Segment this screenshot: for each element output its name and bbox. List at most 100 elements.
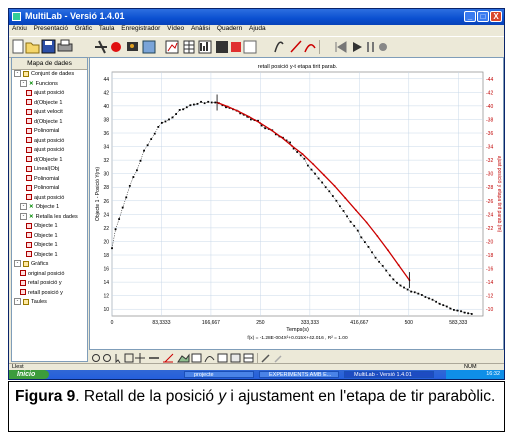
tree-item[interactable]: Objecte 1 (12, 222, 87, 232)
tree-item[interactable]: retal posició y (12, 279, 87, 289)
clock: 16:32 (486, 371, 500, 377)
save-icon[interactable] (41, 39, 56, 54)
y-tick-label: 14 (103, 280, 109, 286)
dataset-icon (26, 184, 32, 191)
play-icon[interactable] (353, 42, 362, 52)
expand-toggle-icon[interactable]: - (20, 79, 27, 87)
menu-video[interactable]: Vídeo (167, 25, 184, 32)
clear-icon[interactable] (274, 355, 282, 363)
statistics-icon[interactable] (191, 353, 202, 363)
expand-toggle-icon[interactable]: - (20, 203, 27, 211)
pause-icon[interactable] (367, 42, 374, 52)
crosshair-icon[interactable] (135, 353, 145, 363)
menu-ajuda[interactable]: Ajuda (249, 25, 266, 32)
tree-item-label: Polinomial (34, 128, 60, 134)
y2-tick-label: -26 (486, 199, 493, 205)
start-button[interactable]: Inicio (9, 370, 49, 379)
tree-item[interactable]: - Taules (12, 298, 87, 308)
tree-item[interactable]: Objecte 1 (12, 251, 87, 261)
graph-icon[interactable] (165, 40, 179, 54)
tree-item[interactable]: Polinomial (12, 184, 87, 194)
stop-icon[interactable] (379, 43, 387, 51)
tree-item[interactable]: Polinomial (12, 175, 87, 185)
maximize-button[interactable]: □ (477, 11, 489, 22)
menu-grafic[interactable]: Gràfic (75, 25, 92, 32)
marker-icon[interactable] (124, 353, 134, 363)
tree-item[interactable]: original posició (12, 270, 87, 280)
task-projecte[interactable]: projecte (184, 371, 254, 378)
connect-icon[interactable] (95, 40, 107, 54)
tree-item[interactable]: Lineal(Obj (12, 165, 87, 175)
menu-arxiu[interactable]: Arxiu (12, 25, 27, 32)
table-icon[interactable] (243, 353, 254, 363)
hand-icon[interactable] (216, 41, 228, 53)
tree-item[interactable]: - ✕ Funcions (12, 79, 87, 90)
new-file-icon[interactable] (12, 39, 24, 54)
dataset-icon (26, 108, 32, 115)
derivative-icon[interactable] (217, 353, 228, 363)
expand-toggle-icon[interactable]: - (14, 260, 21, 268)
tree-item[interactable]: Objecte 1 (12, 232, 87, 242)
dataset-icon (20, 289, 26, 296)
tree-item[interactable]: d(Objecte 1 (12, 99, 87, 109)
task-experiments[interactable]: EXPERIMENTS AMB E... (259, 371, 339, 378)
data-point (146, 144, 149, 147)
curve-icon[interactable] (274, 41, 284, 53)
tree-item[interactable]: Polinomial (12, 127, 87, 137)
edit-icon[interactable] (261, 354, 270, 363)
task-multilab[interactable]: MultiLab - Versió 1.4.01 (344, 371, 434, 378)
data-point (349, 220, 352, 223)
tree-item[interactable]: - Conjunt de dades (12, 70, 87, 80)
tree-item[interactable]: ajust posició (12, 89, 87, 99)
smooth-icon[interactable] (204, 356, 215, 363)
menu-presentacio[interactable]: Presentació (34, 25, 68, 32)
zoom-out-icon[interactable] (103, 354, 111, 362)
fit-point (290, 144, 293, 147)
tree-item[interactable]: - ✕ Objecte 1 (12, 203, 87, 213)
video-icon[interactable] (127, 42, 138, 51)
export-icon[interactable] (230, 353, 241, 363)
tree-item[interactable]: ajust posició (12, 194, 87, 204)
tree-item[interactable]: retall posició y (12, 289, 87, 299)
tree-item[interactable]: ajust posició (12, 146, 87, 156)
cursor-icon[interactable] (115, 354, 121, 364)
close-button[interactable]: X (490, 11, 502, 22)
tree-item[interactable]: d(Objecte 1 (12, 118, 87, 128)
minimize-button[interactable]: _ (464, 11, 476, 22)
expand-toggle-icon[interactable]: - (14, 70, 21, 78)
rewind-icon[interactable] (335, 41, 347, 53)
tangent-icon[interactable] (304, 44, 316, 53)
menu-enregistrador[interactable]: Enregistrador (121, 25, 160, 32)
record-icon[interactable] (111, 42, 121, 52)
bar-meter-icon[interactable] (198, 40, 212, 54)
title-bar[interactable]: MultiLab - Versió 1.4.01 _ □ X (9, 9, 504, 25)
print-icon[interactable] (57, 39, 73, 52)
menu-analisi[interactable]: Anàlisi (191, 25, 210, 32)
caption-italic: y (218, 388, 227, 405)
tree-item[interactable]: ajust velocit (12, 108, 87, 118)
tree-item[interactable]: d(Objecte 1 (12, 156, 87, 166)
expand-toggle-icon[interactable]: - (20, 212, 27, 220)
tree-item[interactable]: ajust posició (12, 137, 87, 147)
zoom-in-icon[interactable] (92, 354, 100, 362)
tree-item[interactable]: - Gràfics (12, 260, 87, 270)
menu-quadern[interactable]: Quadern (217, 25, 242, 32)
slope-icon[interactable] (290, 40, 302, 53)
tree-item[interactable]: - ✕ Retalla les dades (12, 212, 87, 223)
area-icon[interactable] (177, 353, 190, 363)
expand-toggle-icon[interactable]: - (14, 298, 21, 306)
data-point (160, 121, 163, 124)
calculator-icon[interactable] (142, 40, 156, 54)
y-tick-label: 28 (103, 185, 109, 191)
fit-point (376, 235, 379, 237)
graph-panel[interactable]: 10 -10 12 -12 14 -14 16 -16 18 -18 20 -20 22 -22 24 -24… (89, 57, 504, 350)
menu-taula[interactable]: Taula (99, 25, 115, 32)
fit-icon[interactable] (231, 42, 241, 52)
open-folder-icon[interactable] (25, 42, 40, 54)
tree-item[interactable]: Objecte 1 (12, 241, 87, 251)
function-icon[interactable] (243, 40, 257, 54)
slope-icon[interactable] (163, 353, 174, 363)
table-icon[interactable] (183, 40, 195, 54)
chart[interactable]: 10 -10 12 -12 14 -14 16 -16 18 -18 20 -20 22 -22 24 -24… (90, 58, 503, 349)
fit-point (258, 121, 261, 124)
